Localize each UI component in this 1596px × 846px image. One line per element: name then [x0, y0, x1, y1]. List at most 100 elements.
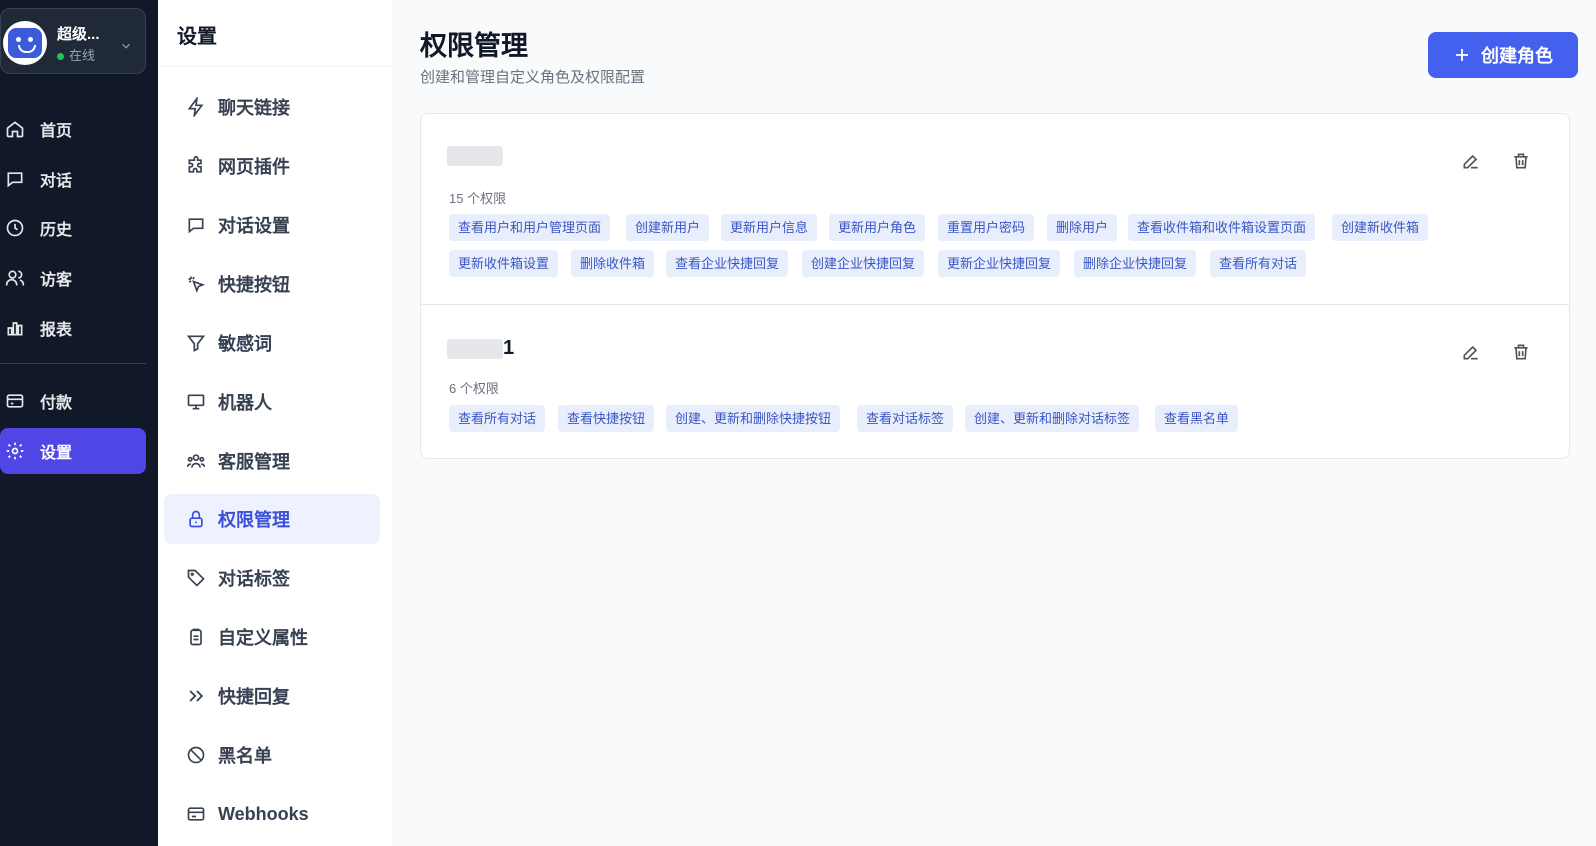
- trash-icon: [1514, 344, 1528, 360]
- edit-role-button[interactable]: [1458, 148, 1484, 174]
- settings-item-label: Webhooks: [218, 803, 309, 824]
- nav-item-history[interactable]: 历史: [0, 205, 146, 251]
- role-card: 1 6 个权限 查看所有对话 查看快捷按钮 创建、更新和删除快捷按钮 查看对话标…: [421, 305, 1569, 460]
- redacted-name: [447, 145, 503, 166]
- permission-tag: 查看企业快捷回复: [666, 250, 789, 277]
- nav-item-label: 访客: [40, 272, 73, 289]
- permission-tag: 查看所有对话: [1210, 250, 1307, 277]
- settings-item-label: 对话标签: [218, 569, 290, 589]
- permission-tag: 创建新收件箱: [1332, 214, 1429, 241]
- chat-icon: [188, 218, 204, 234]
- settings-item-quick-buttons[interactable]: 快捷按钮: [164, 259, 380, 309]
- team-icon: [186, 454, 206, 468]
- nav-item-label: 历史: [40, 222, 73, 239]
- nav-item-home[interactable]: 首页: [0, 106, 146, 152]
- role-name: 1: [447, 337, 514, 360]
- permission-tags: 查看所有对话 查看快捷按钮 创建、更新和删除快捷按钮 查看对话标签 创建、更新和…: [449, 405, 1449, 433]
- user-menu[interactable]: 超级... 在线: [0, 8, 146, 74]
- monitor-icon: [187, 394, 205, 410]
- settings-item-label: 机器人: [218, 393, 272, 413]
- role-card: 15 个权限 查看用户和用户管理页面 创建新用户 更新用户信息 更新用户角色 重…: [421, 114, 1569, 304]
- settings-item-webhooks[interactable]: Webhooks: [164, 789, 380, 839]
- settings-item-label: 网页插件: [218, 157, 290, 177]
- settings-item-widget[interactable]: 网页插件: [164, 141, 380, 191]
- puzzle-icon: [188, 156, 202, 173]
- settings-item-permissions[interactable]: 权限管理: [164, 494, 380, 544]
- permission-tag: 删除企业快捷回复: [1074, 250, 1197, 277]
- create-role-button[interactable]: 创建角色: [1428, 32, 1578, 78]
- plus-icon: [1456, 49, 1468, 61]
- permission-tag: 删除用户: [1047, 214, 1118, 241]
- settings-item-tags[interactable]: 对话标签: [164, 553, 380, 603]
- create-role-label: 创建角色: [1481, 46, 1553, 66]
- page-title: 权限管理: [420, 31, 528, 61]
- settings-item-label: 快捷回复: [218, 687, 290, 707]
- nav-item-label: 设置: [40, 445, 73, 462]
- redacted-name: [447, 338, 503, 359]
- permission-tag: 更新企业快捷回复: [938, 250, 1061, 277]
- nav-item-reports[interactable]: 报表: [0, 305, 146, 351]
- settings-item-label: 敏感词: [218, 334, 272, 354]
- permission-tag: 查看快捷按钮: [558, 405, 655, 432]
- permission-tags: 查看用户和用户管理页面 创建新用户 更新用户信息 更新用户角色 重置用户密码 删…: [449, 214, 1449, 278]
- settings-item-bots[interactable]: 机器人: [164, 377, 380, 427]
- permission-tag: 创建、更新和删除对话标签: [965, 405, 1140, 432]
- settings-item-conversation[interactable]: 对话设置: [164, 200, 380, 250]
- permission-tag: 更新收件箱设置: [449, 250, 559, 277]
- user-status: 在线: [57, 45, 95, 64]
- permission-tag: 重置用户密码: [938, 214, 1035, 241]
- lock-icon: [189, 510, 203, 528]
- bolt-icon: [187, 97, 204, 117]
- clipboard-icon: [190, 628, 202, 646]
- settings-item-sensitive-words[interactable]: 敏感词: [164, 318, 380, 368]
- chat-icon: [7, 172, 23, 188]
- settings-item-label: 快捷按钮: [218, 275, 290, 295]
- home-icon: [6, 121, 24, 138]
- settings-item-custom-attributes[interactable]: 自定义属性: [164, 612, 380, 662]
- delete-role-button[interactable]: [1508, 339, 1534, 365]
- settings-item-label: 客服管理: [218, 452, 290, 472]
- permission-tag: 查看所有对话: [449, 405, 546, 432]
- nav-item-visitors[interactable]: 访客: [0, 255, 146, 301]
- permission-tag: 更新用户角色: [829, 214, 926, 241]
- role-name-text: 1: [503, 337, 515, 359]
- nav-item-label: 报表: [40, 322, 73, 339]
- settings-item-label: 黑名单: [218, 746, 272, 766]
- nav-item-label: 首页: [40, 123, 73, 140]
- edit-icon: [1463, 154, 1478, 169]
- nav-item-settings[interactable]: 设置: [0, 428, 146, 474]
- edit-role-button[interactable]: [1458, 339, 1484, 365]
- permission-tag: 创建企业快捷回复: [802, 250, 925, 277]
- nav-item-label: 付款: [40, 395, 73, 412]
- permission-tag: 查看黑名单: [1155, 405, 1239, 432]
- gear-icon: [6, 442, 24, 460]
- user-status-label: 在线: [69, 48, 96, 63]
- settings-item-label: 权限管理: [218, 510, 290, 530]
- permission-tag: 删除收件箱: [571, 250, 655, 277]
- webhook-icon: [187, 807, 205, 821]
- tag-icon: [187, 569, 205, 587]
- settings-item-label: 对话设置: [218, 216, 290, 236]
- page-subtitle: 创建和管理自定义角色及权限配置: [420, 69, 646, 86]
- permission-tag: 创建新用户: [626, 214, 710, 241]
- filter-icon: [186, 335, 206, 352]
- chart-icon: [7, 322, 23, 336]
- nav-item-billing[interactable]: 付款: [0, 378, 146, 424]
- bot-avatar-icon: [3, 21, 47, 65]
- user-name: 超级...: [57, 26, 100, 43]
- settings-item-canned-responses[interactable]: 快捷回复: [164, 671, 380, 721]
- settings-item-chat-link[interactable]: 聊天链接: [164, 82, 380, 132]
- chevron-down-icon: [122, 43, 130, 49]
- online-dot-icon: [57, 53, 64, 61]
- edit-icon: [1463, 345, 1478, 360]
- trash-icon: [1514, 153, 1528, 169]
- delete-role-button[interactable]: [1508, 148, 1534, 174]
- credit-card-icon: [6, 394, 24, 408]
- settings-item-blacklist[interactable]: 黑名单: [164, 730, 380, 780]
- permission-count: 15 个权限: [449, 191, 507, 206]
- permission-tag: 查看收件箱和收件箱设置页面: [1128, 214, 1316, 241]
- settings-item-agents[interactable]: 客服管理: [164, 436, 380, 486]
- clock-icon: [6, 219, 24, 237]
- permission-count: 6 个权限: [449, 381, 499, 396]
- nav-item-chat[interactable]: 对话: [0, 156, 146, 202]
